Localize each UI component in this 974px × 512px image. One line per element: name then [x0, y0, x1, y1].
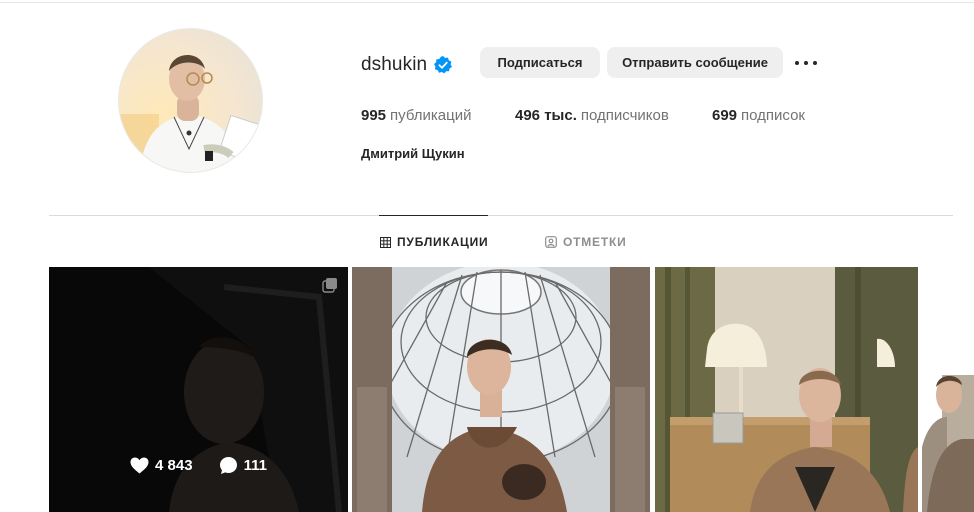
following-label: подписок — [741, 107, 805, 124]
posts-count: 995 — [361, 107, 387, 124]
tab-posts[interactable]: ПУБЛИКАЦИИ — [380, 233, 488, 251]
comments-count: 111 — [243, 457, 267, 474]
comment-icon — [219, 457, 237, 474]
followers-count: 496 тыс. — [515, 107, 577, 124]
following-stat[interactable]: 699 подписок — [712, 107, 805, 124]
following-count: 699 — [712, 107, 738, 124]
post-image — [655, 267, 918, 512]
followers-stat[interactable]: 496 тыс. подписчиков — [515, 107, 669, 124]
post-hover-stats: 4 843 111 — [49, 456, 348, 475]
tagged-icon — [545, 236, 557, 248]
active-tab-indicator — [379, 215, 488, 216]
profile-stats: 995 публикаций 496 тыс. подписчиков 699 под… — [0, 107, 974, 127]
tab-posts-label: ПУБЛИКАЦИИ — [397, 235, 489, 249]
post-tile[interactable] — [922, 267, 974, 512]
send-message-button[interactable]: Отправить сообщение — [607, 47, 783, 78]
post-image — [922, 267, 974, 512]
posts-stat: 995 публикаций — [361, 107, 471, 124]
full-name: Дмитрий Щукин — [361, 146, 465, 161]
more-dot — [795, 61, 799, 65]
posts-label: публикаций — [390, 107, 472, 124]
followers-label: подписчиков — [580, 107, 669, 124]
tab-tagged-label: ОТМЕТКИ — [563, 235, 627, 249]
verified-badge-icon — [433, 55, 453, 75]
avatar-photo — [119, 29, 262, 172]
post-image — [352, 267, 650, 512]
heart-icon — [130, 457, 149, 474]
more-options-icon[interactable] — [792, 52, 820, 74]
username: dshukin — [361, 54, 428, 75]
likes-stat: 4 843 — [130, 456, 193, 475]
comments-stat: 111 — [219, 456, 267, 475]
likes-count: 4 843 — [155, 457, 193, 474]
tab-tagged[interactable]: ОТМЕТКИ — [545, 233, 627, 251]
tabs-divider — [49, 215, 953, 216]
grid-icon — [380, 236, 391, 248]
post-tile[interactable]: 4 843 111 — [49, 267, 348, 512]
more-dot — [813, 61, 817, 65]
follow-button[interactable]: Подписаться — [480, 47, 600, 78]
post-image — [49, 267, 348, 512]
profile-avatar[interactable] — [118, 28, 263, 173]
username-row: dshukin — [361, 50, 453, 80]
top-divider — [0, 2, 974, 3]
more-dot — [804, 61, 808, 65]
carousel-icon — [322, 278, 337, 293]
post-tile[interactable] — [352, 267, 650, 512]
post-tile[interactable] — [655, 267, 918, 512]
